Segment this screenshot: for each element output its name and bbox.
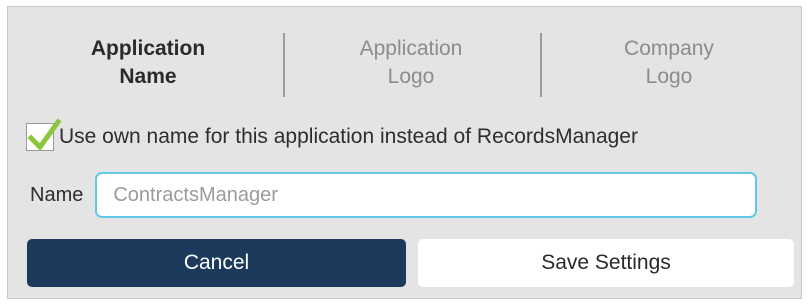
use-own-name-checkbox[interactable] [26, 118, 62, 151]
save-settings-button[interactable]: Save Settings [418, 239, 794, 287]
tab-application-name[interactable]: Application Name [68, 35, 228, 91]
tab-bar: Application Name Application Logo Compan… [8, 23, 801, 103]
tab-company-logo[interactable]: Company Logo [584, 35, 754, 91]
tab-label-line1: Application [359, 37, 463, 60]
tab-label-line1: Application [90, 37, 206, 60]
name-label: Name [30, 183, 84, 206]
use-own-name-row: Use own name for this application instea… [26, 118, 638, 151]
tab-divider [283, 33, 285, 97]
cancel-button[interactable]: Cancel [27, 239, 406, 287]
tab-label-line2: Name [119, 65, 177, 88]
checkmark-icon [27, 118, 62, 151]
tab-label-line2: Logo [387, 65, 435, 88]
tab-label-line2: Logo [645, 65, 693, 88]
tab-label-line1: Company [624, 37, 714, 60]
name-row: Name [30, 172, 758, 218]
settings-panel: Application Name Application Logo Compan… [7, 6, 802, 299]
tab-divider [540, 33, 542, 97]
name-input[interactable] [95, 172, 758, 218]
use-own-name-label: Use own name for this application instea… [59, 125, 638, 148]
tab-application-logo[interactable]: Application Logo [326, 35, 496, 91]
